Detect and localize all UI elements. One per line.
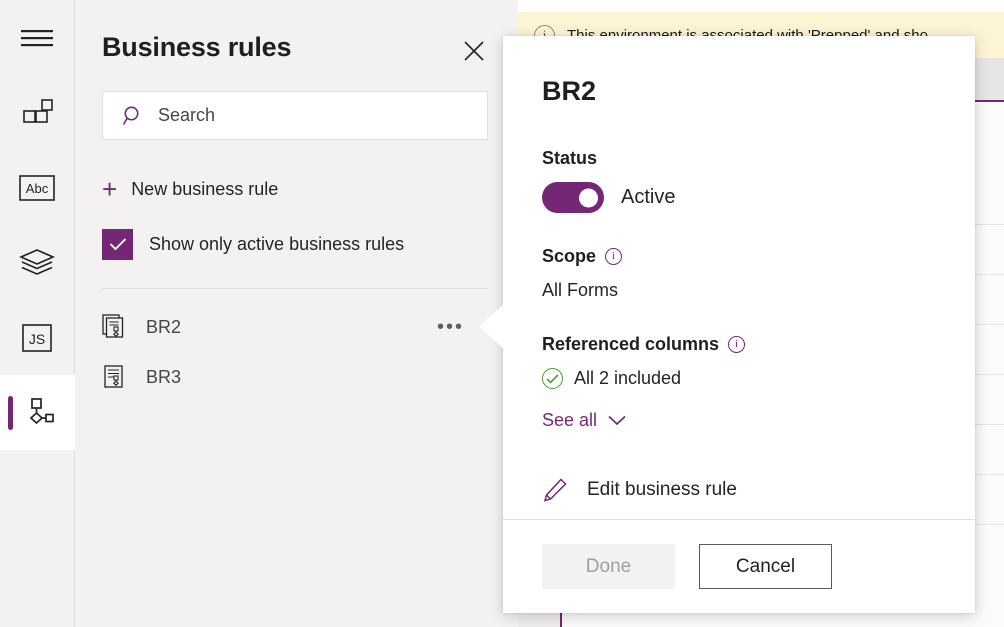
- status-toggle-row[interactable]: Active: [542, 182, 936, 213]
- js-icon: JS: [22, 324, 52, 352]
- svg-text:JS: JS: [29, 331, 45, 347]
- info-icon[interactable]: i: [605, 248, 622, 265]
- svg-text:Abc: Abc: [26, 181, 49, 196]
- referenced-columns-heading-label: Referenced columns: [542, 334, 719, 355]
- check-icon: [109, 237, 127, 251]
- status-heading-label: Status: [542, 148, 597, 169]
- components-grid-icon: [20, 96, 54, 130]
- referenced-columns-heading: Referenced columns i: [542, 334, 936, 355]
- plus-icon: +: [102, 176, 117, 202]
- search-icon: [122, 105, 144, 127]
- status-toggle[interactable]: [542, 182, 604, 213]
- business-rule-item-icon: [102, 314, 128, 340]
- sidebar-item-javascript[interactable]: JS: [0, 300, 75, 375]
- sidebar-item-components[interactable]: [0, 75, 75, 150]
- hamburger-icon: [20, 26, 54, 50]
- scope-heading: Scope i: [542, 246, 936, 267]
- list-item[interactable]: BR2 •••: [102, 306, 488, 348]
- referenced-columns-status-text: All 2 included: [574, 368, 681, 389]
- check-circle-icon: [542, 368, 563, 389]
- list-item-label: BR2: [146, 317, 181, 338]
- pencil-icon: [542, 477, 568, 503]
- callout-footer: Done Cancel: [503, 520, 975, 613]
- left-icon-rail: Abc JS: [0, 0, 75, 627]
- sidebar-item-hamburger-menu[interactable]: [0, 0, 75, 75]
- list-item[interactable]: BR3: [102, 356, 488, 398]
- close-button[interactable]: [459, 36, 489, 66]
- referenced-columns-status: All 2 included: [542, 368, 936, 389]
- chevron-down-icon: [608, 415, 626, 426]
- status-toggle-label: Active: [621, 186, 675, 209]
- callout-title: BR2: [542, 76, 936, 107]
- sidebar-item-relationships[interactable]: [0, 225, 75, 300]
- callout-body: BR2 Status Active Scope i All Forms Refe…: [503, 36, 975, 519]
- divider: [102, 288, 488, 289]
- edit-business-rule-button[interactable]: Edit business rule: [542, 477, 936, 503]
- app-root: Parent Account i This environment is ass…: [0, 0, 1004, 627]
- business-rules-pane: Business rules Search + New business rul…: [75, 0, 518, 627]
- business-rule-details-callout: BR2 Status Active Scope i All Forms Refe…: [503, 36, 975, 613]
- sidebar-item-business-rules[interactable]: [0, 375, 75, 450]
- list-item-label: BR3: [146, 367, 181, 388]
- cancel-button[interactable]: Cancel: [699, 544, 832, 589]
- business-rule-icon: [20, 396, 54, 430]
- scope-value: All Forms: [542, 280, 936, 301]
- business-rule-item-icon: [102, 364, 128, 390]
- abc-icon: Abc: [19, 175, 55, 201]
- new-business-rule-button[interactable]: + New business rule: [102, 172, 278, 206]
- search-placeholder: Search: [158, 105, 215, 126]
- see-all-button[interactable]: See all: [542, 410, 626, 431]
- more-options-button[interactable]: •••: [437, 317, 464, 337]
- checkbox-label: Show only active business rules: [149, 234, 404, 255]
- edit-business-rule-label: Edit business rule: [587, 479, 737, 501]
- status-heading: Status: [542, 148, 936, 169]
- sidebar-item-columns[interactable]: Abc: [0, 150, 75, 225]
- page-title: Business rules: [102, 32, 291, 63]
- info-icon[interactable]: i: [728, 336, 745, 353]
- layers-icon: [19, 248, 55, 278]
- see-all-label: See all: [542, 410, 597, 431]
- new-business-rule-label: New business rule: [131, 179, 278, 200]
- scope-heading-label: Scope: [542, 246, 596, 267]
- search-input[interactable]: Search: [102, 91, 488, 140]
- checkbox-box: [102, 229, 133, 260]
- show-only-active-checkbox[interactable]: Show only active business rules: [102, 228, 404, 260]
- done-button[interactable]: Done: [542, 544, 675, 589]
- close-icon: [463, 40, 485, 62]
